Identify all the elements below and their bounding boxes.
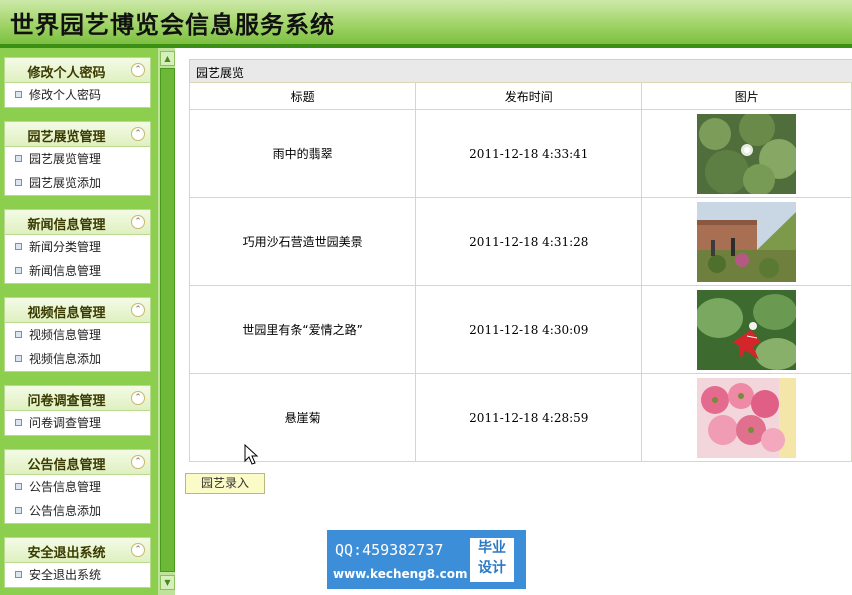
menu-item-change-password[interactable]: 修改个人密码 (5, 83, 150, 107)
table-header-row: 标题 发布时间 图片 (188, 82, 852, 110)
menu-panel-logout: 安全退出系统 ⌃ 安全退出系统 (4, 537, 151, 588)
app-header: 世界园艺博览会信息服务系统 (0, 0, 852, 46)
menu-panel-news: 新闻信息管理 ⌃ 新闻分类管理 新闻信息管理 (4, 209, 151, 284)
menu-panel-header[interactable]: 园艺展览管理 ⌃ (4, 121, 151, 147)
menu-item-video-add[interactable]: 视频信息添加 (5, 347, 150, 371)
row-image-cell (641, 373, 852, 462)
column-header-time: 发布时间 (415, 82, 643, 110)
collapse-icon[interactable]: ⌃ (131, 455, 145, 469)
watermark-logo: 毕业 设计 (470, 538, 514, 582)
collapse-icon[interactable]: ⌃ (131, 303, 145, 317)
exhibition-table: 标题 发布时间 图片 雨中的翡翠 2011-12-18 4:33:41 巧用沙石… (188, 82, 852, 462)
row-image-cell (641, 197, 852, 286)
table-row[interactable]: 雨中的翡翠 2011-12-18 4:33:41 (188, 109, 852, 198)
app-title: 世界园艺博览会信息服务系统 (10, 10, 335, 39)
menu-panel-header[interactable]: 视频信息管理 ⌃ (4, 297, 151, 323)
table-row[interactable]: 巧用沙石营造世园美景 2011-12-18 4:31:28 (188, 197, 852, 286)
menu-panel-video: 视频信息管理 ⌃ 视频信息管理 视频信息添加 (4, 297, 151, 372)
menu-item-exhibition-add[interactable]: 园艺展览添加 (5, 171, 150, 195)
row-time: 2011-12-18 4:31:28 (415, 197, 643, 286)
mouse-cursor-icon (244, 444, 259, 465)
bullet-icon (15, 483, 22, 490)
menu-item-notice-add[interactable]: 公告信息添加 (5, 499, 150, 523)
menu-item-news-manage[interactable]: 新闻信息管理 (5, 259, 150, 283)
collapse-icon[interactable]: ⌃ (131, 215, 145, 229)
menu-panel-title: 新闻信息管理 (27, 218, 106, 233)
row-title[interactable]: 雨中的翡翠 (188, 109, 417, 198)
menu-panel-header[interactable]: 问卷调查管理 ⌃ (4, 385, 151, 411)
menu-panel-title: 问卷调查管理 (27, 394, 106, 409)
menu-item-notice-manage[interactable]: 公告信息管理 (5, 475, 150, 499)
watermark-badge: QQ:459382737 www.kecheng8.com 毕业 设计 (327, 530, 526, 589)
watermark-url: www.kecheng8.com (333, 567, 468, 581)
collapse-icon[interactable]: ⌃ (131, 543, 145, 557)
bullet-icon (15, 331, 22, 338)
menu-item-logout[interactable]: 安全退出系统 (5, 563, 150, 587)
add-exhibition-button[interactable]: 园艺录入 (185, 473, 265, 494)
bullet-icon (15, 267, 22, 274)
menu-item-news-category[interactable]: 新闻分类管理 (5, 235, 150, 259)
row-time: 2011-12-18 4:28:59 (415, 373, 643, 462)
column-header-image: 图片 (641, 82, 852, 110)
table-row[interactable]: 悬崖菊 2011-12-18 4:28:59 (188, 373, 852, 462)
bullet-icon (15, 179, 22, 186)
collapse-icon[interactable]: ⌃ (131, 63, 145, 77)
row-title[interactable]: 巧用沙石营造世园美景 (188, 197, 417, 286)
bullet-icon (15, 571, 22, 578)
menu-panel-password: 修改个人密码 ⌃ 修改个人密码 (4, 57, 151, 108)
watermark-qq: QQ:459382737 (335, 541, 444, 559)
menu-panel-title: 公告信息管理 (27, 458, 106, 473)
pink-chrysanthemum-image[interactable] (697, 377, 797, 458)
menu-panel-header[interactable]: 修改个人密码 ⌃ (4, 57, 151, 83)
bullet-icon (15, 243, 22, 250)
red-flower-image[interactable] (697, 289, 797, 370)
bullet-icon (15, 155, 22, 162)
scrollbar-thumb[interactable] (160, 68, 175, 572)
menu-panel-exhibition: 园艺展览管理 ⌃ 园艺展览管理 园艺展览添加 (4, 121, 151, 196)
row-time: 2011-12-18 4:33:41 (415, 109, 643, 198)
bullet-icon (15, 419, 22, 426)
bullet-icon (15, 507, 22, 514)
scroll-down-arrow-icon[interactable]: ▼ (160, 575, 175, 590)
menu-panel-notice: 公告信息管理 ⌃ 公告信息管理 公告信息添加 (4, 449, 151, 524)
menu-panel-title: 修改个人密码 (27, 66, 106, 81)
row-image-cell (641, 285, 852, 374)
bullet-icon (15, 91, 22, 98)
menu-panel-header[interactable]: 安全退出系统 ⌃ (4, 537, 151, 563)
menu-item-exhibition-manage[interactable]: 园艺展览管理 (5, 147, 150, 171)
section-header: 园艺展览 (189, 59, 852, 83)
menu-item-video-manage[interactable]: 视频信息管理 (5, 323, 150, 347)
collapse-icon[interactable]: ⌃ (131, 391, 145, 405)
menu-panel-title: 视频信息管理 (27, 306, 106, 321)
table-row[interactable]: 世园里有条“爱情之路” 2011-12-18 4:30:09 (188, 285, 852, 374)
scroll-up-arrow-icon[interactable]: ▲ (160, 51, 175, 66)
bullet-icon (15, 355, 22, 362)
row-title[interactable]: 世园里有条“爱情之路” (188, 285, 417, 374)
row-image-cell (641, 109, 852, 198)
column-header-title: 标题 (188, 82, 417, 110)
section-title: 园艺展览 (196, 66, 245, 80)
row-time: 2011-12-18 4:30:09 (415, 285, 643, 374)
menu-item-survey-manage[interactable]: 问卷调查管理 (5, 411, 150, 435)
menu-panel-title: 园艺展览管理 (27, 130, 106, 145)
menu-panel-header[interactable]: 公告信息管理 ⌃ (4, 449, 151, 475)
row-title[interactable]: 悬崖菊 (188, 373, 417, 462)
garden-scene-image[interactable] (697, 201, 797, 282)
lotus-leaves-image[interactable] (697, 113, 797, 194)
collapse-icon[interactable]: ⌃ (131, 127, 145, 141)
menu-panel-header[interactable]: 新闻信息管理 ⌃ (4, 209, 151, 235)
menu-panel-title: 安全退出系统 (27, 546, 106, 561)
menu-panel-survey: 问卷调查管理 ⌃ 问卷调查管理 (4, 385, 151, 436)
